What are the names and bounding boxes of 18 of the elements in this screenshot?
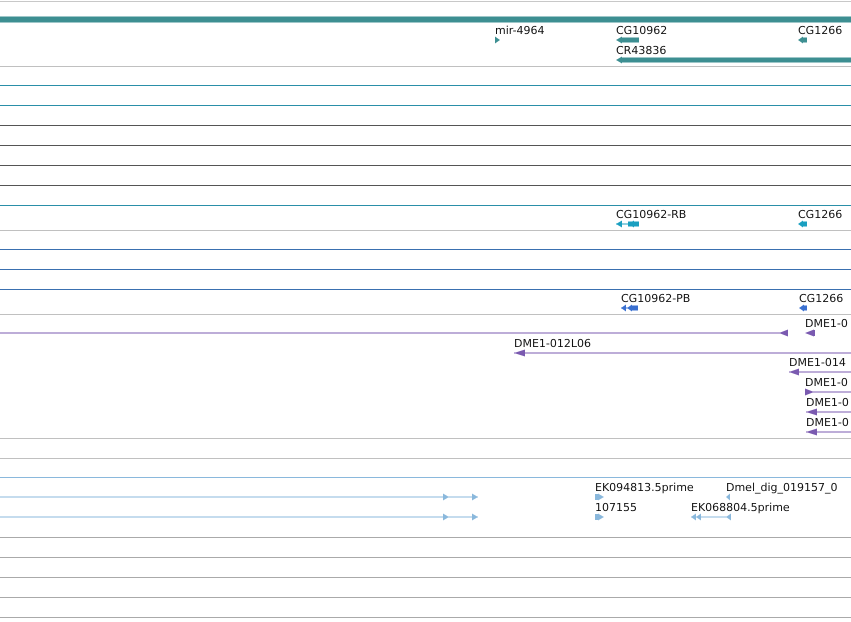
feature-label: 107155 <box>595 501 637 514</box>
feature-label: CG10962 <box>616 24 668 37</box>
feature-label: DME1-014 <box>789 356 846 369</box>
feature-label: DME1-012L06 <box>514 337 591 350</box>
feature-label: mir-4964 <box>495 24 545 37</box>
feature-label: CG10962-PB <box>621 292 690 305</box>
feature-label: CG1266 <box>799 292 844 305</box>
feature-label: DME1-0 <box>805 317 848 330</box>
feature-label: Dmel_dig_019157_0 <box>726 481 838 494</box>
feature-label: CG10962-RB <box>616 208 686 221</box>
feature-label: EK068804.5prime <box>691 501 790 514</box>
feature-label: CG1266 <box>798 208 842 221</box>
feature-label: DME1-0 <box>806 396 849 409</box>
feature-label: EK094813.5prime <box>595 481 694 494</box>
feature-label: DME1-0 <box>805 376 848 389</box>
feature-label: DME1-0 <box>806 416 849 429</box>
feature-label: CG1266 <box>798 24 842 37</box>
feature-label: CR43836 <box>616 44 666 57</box>
